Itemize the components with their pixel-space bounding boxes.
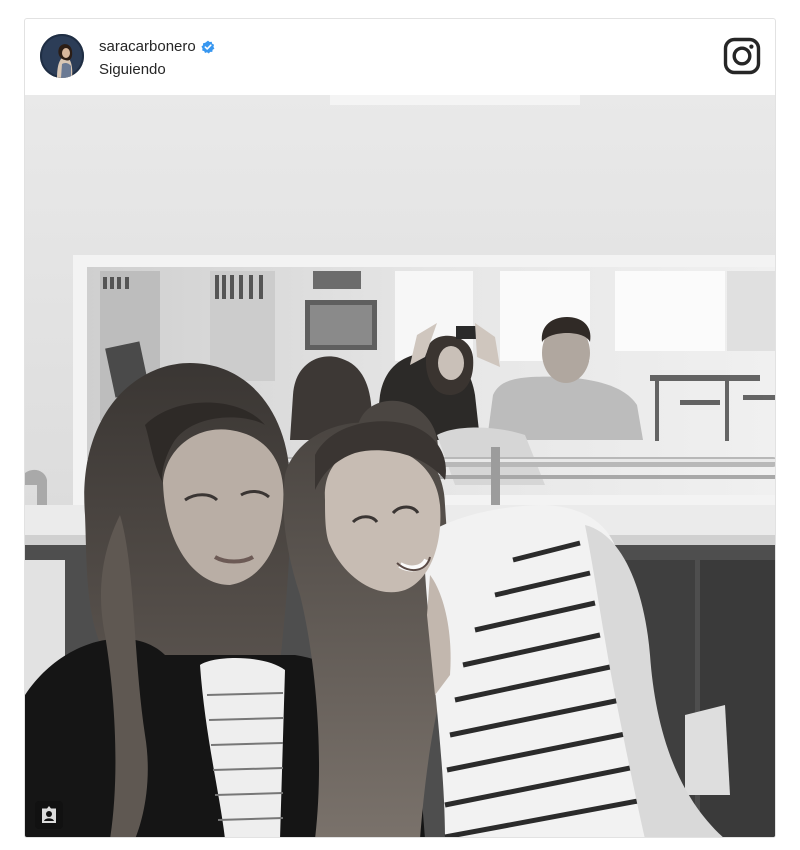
username-row: saracarbonero: [99, 38, 215, 55]
follow-status-button[interactable]: Siguiendo: [99, 61, 166, 78]
instagram-post-card: saracarbonero Siguiendo: [24, 18, 776, 838]
avatar-image: [40, 34, 84, 78]
post-photo[interactable]: [25, 95, 775, 837]
username[interactable]: saracarbonero: [99, 38, 196, 55]
avatar[interactable]: [40, 34, 84, 78]
instagram-logo-icon[interactable]: [723, 37, 761, 75]
photo-image: [25, 95, 775, 837]
user-tag-icon[interactable]: [35, 801, 63, 829]
verified-badge-icon: [201, 40, 215, 53]
post-header: saracarbonero Siguiendo: [25, 19, 775, 95]
